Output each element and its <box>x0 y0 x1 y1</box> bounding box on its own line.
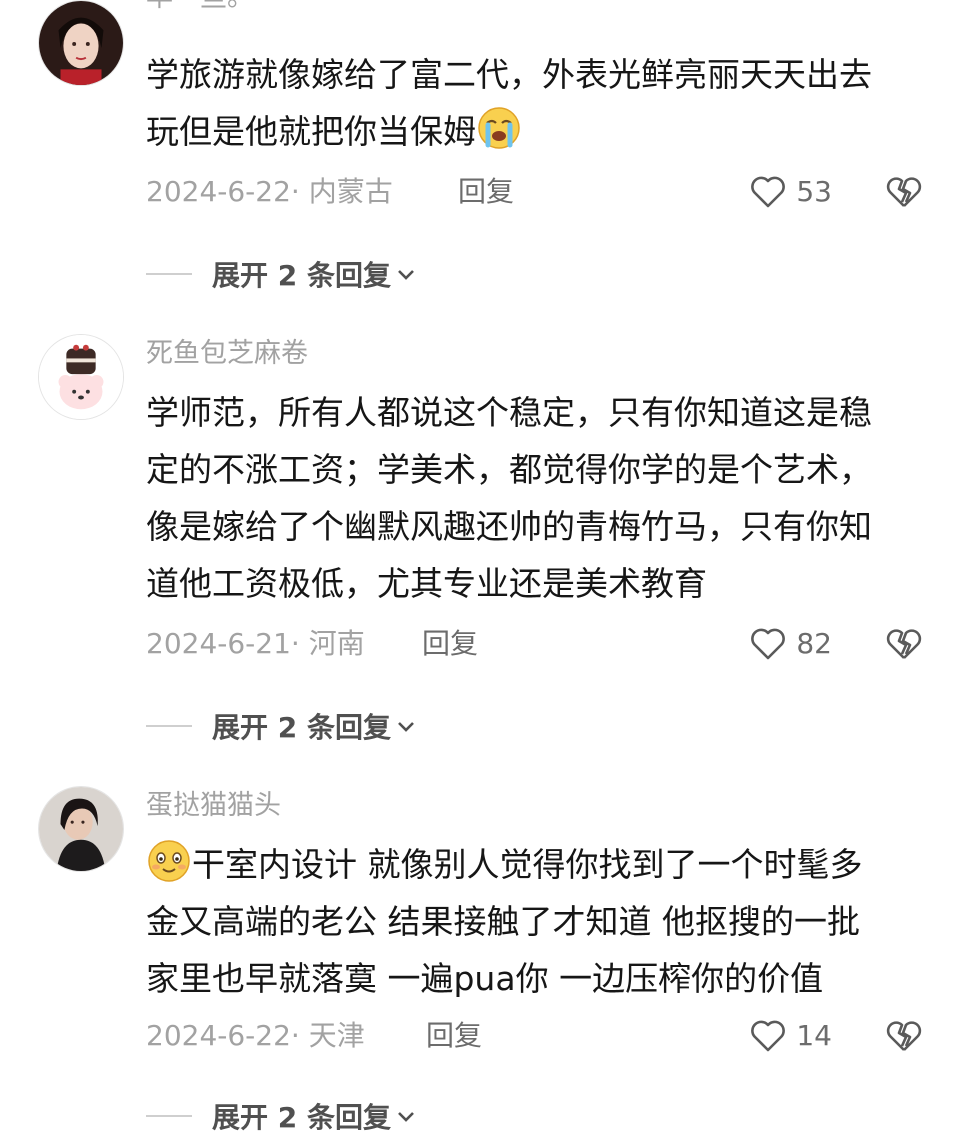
expand-replies-button[interactable]: 展开 2 条回复 <box>146 252 417 296</box>
dislike-button[interactable] <box>884 624 924 664</box>
divider <box>146 1115 192 1117</box>
like-count: 82 <box>796 627 832 660</box>
heart-icon <box>748 1016 788 1056</box>
comment-meta: 2024-6-21· 河南 回复 82 <box>146 622 924 666</box>
heart-icon <box>748 172 788 212</box>
comment-date: 2024-6-22 <box>146 1019 291 1052</box>
comment-text: 学旅游就像嫁给了富二代，外表光鲜亮丽天天出去 玩但是他就把你当保姆 <box>146 55 872 151</box>
avatar[interactable] <box>38 0 124 86</box>
smiling-emoji-icon <box>146 838 192 884</box>
truncated-text: 早一些。 <box>146 0 254 18</box>
dislike-button[interactable] <box>884 1016 924 1056</box>
comment-meta: 2024-6-22· 天津 回复 14 <box>146 1014 924 1058</box>
heart-icon <box>748 624 788 664</box>
username[interactable]: 死鱼包芝麻卷 <box>146 334 308 374</box>
comment-location: 内蒙古 <box>308 175 393 208</box>
like-button[interactable]: 14 <box>748 1014 832 1058</box>
chevron-down-icon <box>395 1105 417 1127</box>
like-button[interactable]: 82 <box>748 622 832 666</box>
comment-text: 干室内设计 就像别人觉得你找到了一个时髦多 金又高端的老公 结果接触了才知道 他… <box>146 836 926 1007</box>
comment-location: 天津 <box>308 1019 365 1052</box>
expand-replies-button[interactable]: 展开 2 条回复 <box>146 1094 417 1138</box>
comment-text: 学师范，所有人都说这个稳定，只有你知道这是稳 定的不涨工资；学美术，都觉得你学的… <box>146 393 872 603</box>
dislike-button[interactable] <box>884 172 924 212</box>
chevron-down-icon <box>395 715 417 737</box>
crying-emoji-icon <box>476 105 522 151</box>
divider <box>146 273 192 275</box>
username[interactable]: 蛋挞猫猫头 <box>146 786 281 826</box>
reply-button[interactable]: 回复 <box>422 622 478 666</box>
broken-heart-icon <box>884 1016 924 1056</box>
avatar[interactable] <box>38 334 124 420</box>
like-count: 14 <box>796 1019 832 1052</box>
avatar[interactable] <box>38 786 124 872</box>
broken-heart-icon <box>884 172 924 212</box>
comment-date: 2024-6-21 <box>146 627 291 660</box>
comment-date: 2024-6-22 <box>146 175 291 208</box>
expand-replies-button[interactable]: 展开 2 条回复 <box>146 704 417 748</box>
comment-location: 河南 <box>308 627 365 660</box>
comment-meta: 2024-6-22· 内蒙古 回复 53 <box>146 170 924 214</box>
reply-button[interactable]: 回复 <box>426 1014 482 1058</box>
divider <box>146 725 192 727</box>
reply-button[interactable]: 回复 <box>458 170 514 214</box>
broken-heart-icon <box>884 624 924 664</box>
chevron-down-icon <box>395 263 417 285</box>
like-count: 53 <box>796 175 832 208</box>
like-button[interactable]: 53 <box>748 170 832 214</box>
